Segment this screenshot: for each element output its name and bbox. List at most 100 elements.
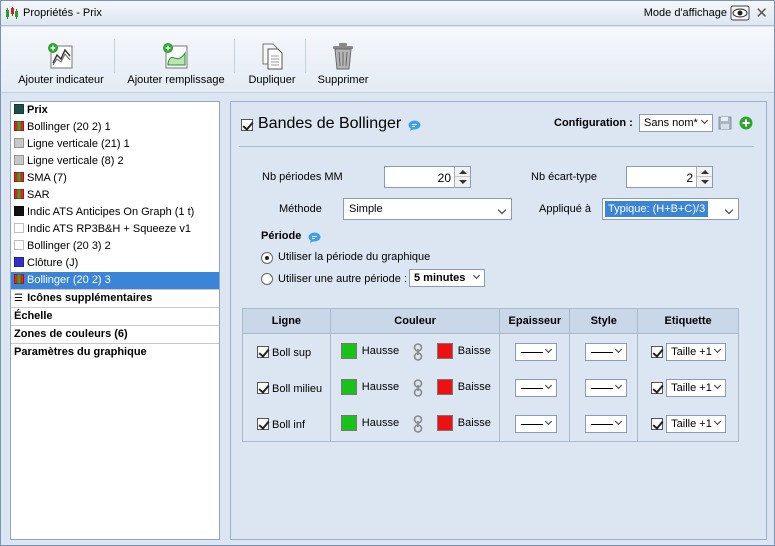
col-header-label: Etiquette bbox=[637, 308, 739, 334]
list-item-label: Indic ATS RP3B&H + Squeeze v1 bbox=[27, 223, 191, 235]
list-item-label: Bollinger (20 2) 1 bbox=[27, 121, 111, 133]
list-item[interactable]: Ligne verticale (21) 1 bbox=[11, 136, 219, 153]
down-color-label: Baisse bbox=[457, 345, 491, 357]
nb-stddev-stepper[interactable]: 2 bbox=[626, 166, 713, 188]
list-item[interactable]: Bollinger (20 2) 3 bbox=[11, 272, 219, 289]
link-icon[interactable] bbox=[413, 343, 423, 361]
thickness-select[interactable] bbox=[515, 414, 558, 433]
stepper-arrows-icon[interactable] bbox=[696, 167, 712, 187]
chevron-down-icon bbox=[713, 419, 723, 429]
list-item[interactable]: SAR bbox=[11, 187, 219, 204]
style-select[interactable] bbox=[585, 343, 628, 361]
label-cell: Taille +1 bbox=[637, 369, 739, 406]
label-size-select[interactable]: Taille +1 bbox=[666, 378, 727, 397]
add-fill-button[interactable]: Ajouter remplissage bbox=[125, 27, 227, 93]
line-visible-checkbox[interactable] bbox=[257, 417, 269, 430]
thickness-select[interactable] bbox=[515, 343, 558, 361]
close-icon[interactable]: ✕ bbox=[755, 4, 768, 22]
label-visible-checkbox[interactable] bbox=[651, 346, 664, 358]
section-extra-icons[interactable]: ☰ Icônes supplémentaires bbox=[11, 289, 219, 307]
section-color-zones[interactable]: Zones de couleurs (6) bbox=[11, 325, 219, 343]
chevron-down-icon bbox=[472, 273, 482, 283]
list-item-label: Ligne verticale (8) 2 bbox=[27, 155, 124, 167]
line-cell: Boll sup bbox=[242, 333, 331, 370]
up-color-swatch[interactable] bbox=[340, 378, 357, 395]
label-visible-checkbox[interactable] bbox=[651, 417, 664, 430]
link-icon[interactable] bbox=[413, 378, 423, 397]
delete-button[interactable]: Supprimer bbox=[314, 27, 372, 93]
chevron-down-icon bbox=[713, 383, 723, 393]
down-color-label: Baisse bbox=[457, 416, 491, 429]
save-icon[interactable] bbox=[718, 116, 732, 130]
list-item[interactable]: Ligne verticale (8) 2 bbox=[11, 153, 219, 170]
chevron-down-icon bbox=[700, 118, 710, 128]
col-header-color: Couleur bbox=[329, 308, 501, 334]
up-color-swatch[interactable] bbox=[340, 414, 357, 431]
up-color-label: Hausse bbox=[361, 345, 400, 357]
label-size-select[interactable]: Taille +1 bbox=[666, 414, 727, 433]
use-other-period-label[interactable]: Utiliser une autre période : bbox=[278, 273, 407, 285]
info-bubble-icon[interactable] bbox=[408, 120, 421, 132]
down-color-swatch[interactable] bbox=[436, 414, 453, 431]
title-bar: Propriétés - Prix Mode d'affichage ✕ bbox=[1, 1, 774, 26]
style-cell bbox=[569, 405, 639, 442]
info-bubble-icon[interactable] bbox=[308, 232, 321, 244]
color-swatch-icon bbox=[14, 104, 24, 114]
use-chart-period-radio[interactable] bbox=[261, 252, 273, 264]
nb-periods-stepper[interactable]: 20 bbox=[384, 166, 471, 188]
list-item-label: SMA (7) bbox=[27, 172, 67, 184]
add-config-icon[interactable] bbox=[739, 116, 753, 130]
list-item[interactable]: SMA (7) bbox=[11, 170, 219, 187]
list-item-label: Ligne verticale (21) 1 bbox=[27, 138, 130, 150]
nb-stddev-label: Nb écart-type bbox=[531, 171, 598, 183]
thickness-select[interactable] bbox=[515, 378, 558, 397]
label-visible-checkbox[interactable] bbox=[651, 381, 664, 394]
list-item[interactable]: Indic ATS Anticipes On Graph (1 t) bbox=[11, 204, 219, 221]
duplicate-button[interactable]: Dupliquer bbox=[244, 27, 300, 93]
applied-to-select[interactable]: Typique: (H+B+C)/3 bbox=[602, 198, 739, 220]
method-select[interactable]: Simple bbox=[343, 198, 512, 220]
duplicate-icon bbox=[262, 43, 283, 70]
applied-to-label: Appliqué à bbox=[539, 203, 591, 215]
list-item[interactable]: Clôture (J) bbox=[11, 255, 219, 272]
down-color-swatch[interactable] bbox=[436, 378, 453, 395]
style-cell bbox=[569, 369, 639, 406]
list-item[interactable]: Bollinger (20 2) 1 bbox=[11, 119, 219, 136]
use-other-period-radio[interactable] bbox=[261, 273, 273, 285]
line-visible-checkbox[interactable] bbox=[257, 381, 269, 394]
label-size-select[interactable]: Taille +1 bbox=[666, 343, 727, 361]
divider bbox=[239, 146, 754, 147]
add-indicator-button[interactable]: Ajouter indicateur bbox=[13, 27, 109, 93]
configuration-select[interactable]: Sans nom* bbox=[639, 114, 713, 132]
up-color-swatch[interactable] bbox=[340, 343, 357, 359]
chevron-down-icon bbox=[614, 383, 624, 393]
link-icon[interactable] bbox=[413, 414, 423, 433]
list-item[interactable]: Prix bbox=[11, 102, 219, 119]
toolbar: Ajouter indicateur Ajouter remplissage D… bbox=[1, 27, 774, 93]
col-header-thickness: Epaisseur bbox=[499, 308, 571, 334]
down-color-swatch[interactable] bbox=[436, 343, 453, 359]
nb-periods-label: Nb périodes MM bbox=[262, 171, 343, 183]
list-item[interactable]: Bollinger (20 3) 2 bbox=[11, 238, 219, 255]
eye-icon[interactable] bbox=[730, 5, 750, 21]
use-chart-period-label[interactable]: Utiliser la période du graphique bbox=[278, 251, 430, 263]
up-color-label: Hausse bbox=[361, 416, 400, 429]
color-swatch-icon bbox=[14, 155, 24, 165]
style-select[interactable] bbox=[585, 414, 628, 433]
line-name: Boll sup bbox=[272, 347, 312, 359]
display-mode-label[interactable]: Mode d'affichage bbox=[644, 7, 727, 19]
stepper-arrows-icon[interactable] bbox=[454, 167, 470, 187]
line-visible-checkbox[interactable] bbox=[257, 346, 269, 358]
indicator-enabled-checkbox[interactable] bbox=[241, 119, 253, 131]
section-chart-parameters[interactable]: Paramètres du graphique bbox=[11, 343, 219, 361]
style-select[interactable] bbox=[585, 378, 628, 397]
other-period-select[interactable]: 5 minutes bbox=[409, 269, 485, 287]
color-swatch-icon bbox=[14, 223, 24, 233]
objects-list: Prix Bollinger (20 2) 1 Ligne verticale (2… bbox=[10, 101, 220, 540]
properties-window: Propriétés - Prix Mode d'affichage ✕ Ajo… bbox=[0, 0, 775, 546]
list-item[interactable]: Indic ATS RP3B&H + Squeeze v1 bbox=[11, 221, 219, 238]
table-row: Boll milieu Hausse Baisse Taille +1 bbox=[242, 369, 739, 406]
section-scale[interactable]: Échelle bbox=[11, 307, 219, 325]
window-title: Propriétés - Prix bbox=[23, 7, 102, 19]
period-label: Période bbox=[261, 230, 302, 242]
